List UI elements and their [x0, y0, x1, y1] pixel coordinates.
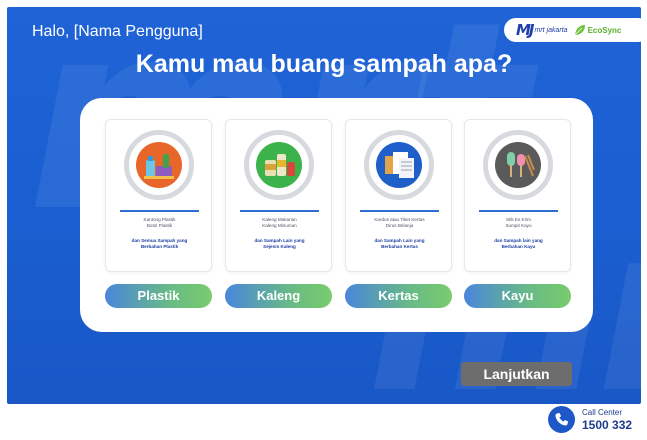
category-description: Kaleng Makanan Kaleng Minuman: [262, 217, 297, 228]
mrt-jakarta-logo: MJ mrt jakarta: [516, 21, 568, 39]
card-divider: [120, 210, 199, 212]
category-note: dan Semua Sampah yang Berbahan Plastik: [131, 238, 188, 249]
card-divider: [360, 210, 439, 212]
brand-logos: MJ mrt jakarta EcoSync: [504, 18, 641, 42]
plastic-waste-icon: [124, 130, 194, 200]
category-panel: Kantong Plastik Botol Plastik dan Semua …: [80, 98, 593, 332]
page-title: Kamu mau buang sampah apa?: [135, 50, 513, 78]
category-card-plastik[interactable]: Kantong Plastik Botol Plastik dan Semua …: [105, 119, 212, 272]
kertas-button[interactable]: Kertas: [345, 284, 452, 308]
call-center-label: Call Center: [582, 408, 623, 417]
wood-waste-icon: [483, 130, 553, 200]
category-description: Stik Es Krim Sumpit Kayu: [505, 217, 532, 228]
category-description: Kantong Plastik Botol Plastik: [143, 217, 176, 228]
main-screen: mrt mrt Halo, [Nama Pengguna] Kamu mau b…: [7, 7, 641, 404]
category-description: Kardus atau Tiket Kertas Dirus Belanja: [374, 217, 425, 228]
leaf-icon: [574, 25, 585, 36]
category-note: dan Sampah lain yang Berbahan Kayu: [494, 238, 543, 249]
can-waste-icon: [244, 130, 314, 200]
card-divider: [479, 210, 558, 212]
category-note: dan Sampah Lain yang Berbahan Kertas: [374, 238, 425, 249]
card-divider: [240, 210, 319, 212]
lanjutkan-button[interactable]: Lanjutkan: [461, 362, 572, 386]
call-center-number: 1500 332: [582, 418, 633, 432]
category-card-kertas[interactable]: Kardus atau Tiket Kertas Dirus Belanja d…: [345, 119, 452, 272]
category-note: dan Sampah Lain yang Sejenis Kaleng: [254, 238, 305, 249]
kaleng-button[interactable]: Kaleng: [225, 284, 332, 308]
category-card-kaleng[interactable]: Kaleng Makanan Kaleng Minuman dan Sampah…: [225, 119, 332, 272]
plastik-button[interactable]: Plastik: [105, 284, 212, 308]
greeting-text: Halo, [Nama Pengguna]: [32, 23, 203, 40]
ecosync-logo: EcoSync: [574, 24, 621, 36]
paper-waste-icon: [364, 130, 434, 200]
category-card-kayu[interactable]: Stik Es Krim Sumpit Kayu dan Sampah lain…: [464, 119, 571, 272]
phone-icon: [548, 406, 575, 433]
kayu-button[interactable]: Kayu: [464, 284, 571, 308]
